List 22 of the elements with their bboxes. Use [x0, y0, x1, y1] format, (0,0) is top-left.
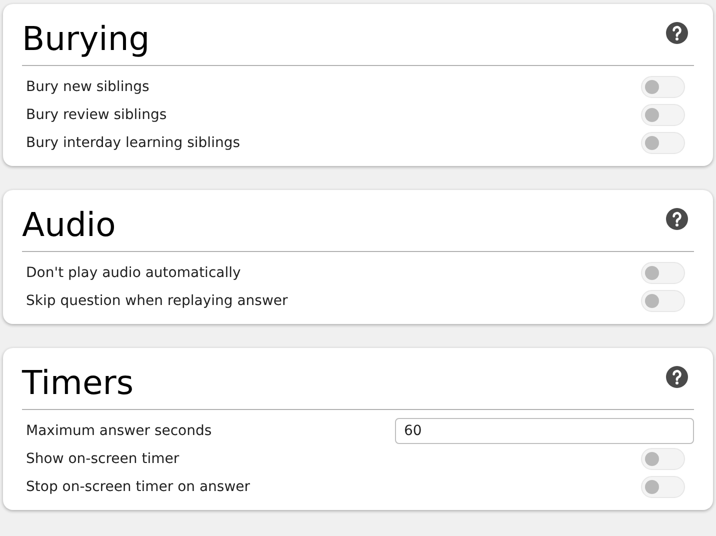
- setting-label: Bury review siblings: [26, 107, 167, 123]
- section-title: Burying: [22, 18, 150, 60]
- section-title: Audio: [22, 204, 116, 246]
- setting-label: Skip question when replaying answer: [26, 293, 288, 309]
- setting-label: Bury interday learning siblings: [26, 135, 240, 151]
- setting-label: Stop on-screen timer on answer: [26, 479, 250, 495]
- toggle-switch[interactable]: [641, 104, 685, 126]
- setting-label: Bury new siblings: [26, 79, 150, 95]
- toggle-switch[interactable]: [641, 476, 685, 498]
- help-icon[interactable]: [666, 22, 688, 44]
- help-icon[interactable]: [666, 366, 688, 388]
- setting-label: Don't play audio automatically: [26, 265, 241, 281]
- toggle-switch[interactable]: [641, 132, 685, 154]
- toggle-switch[interactable]: [641, 262, 685, 284]
- toggle-switch[interactable]: [641, 448, 685, 470]
- setting-label: Maximum answer seconds: [26, 423, 212, 439]
- help-icon[interactable]: [666, 208, 688, 230]
- toggle-switch[interactable]: [641, 290, 685, 312]
- section-title: Timers: [22, 362, 134, 404]
- setting-label: Show on-screen timer: [26, 451, 180, 467]
- toggle-switch[interactable]: [641, 76, 685, 98]
- number-field[interactable]: 60: [395, 418, 694, 444]
